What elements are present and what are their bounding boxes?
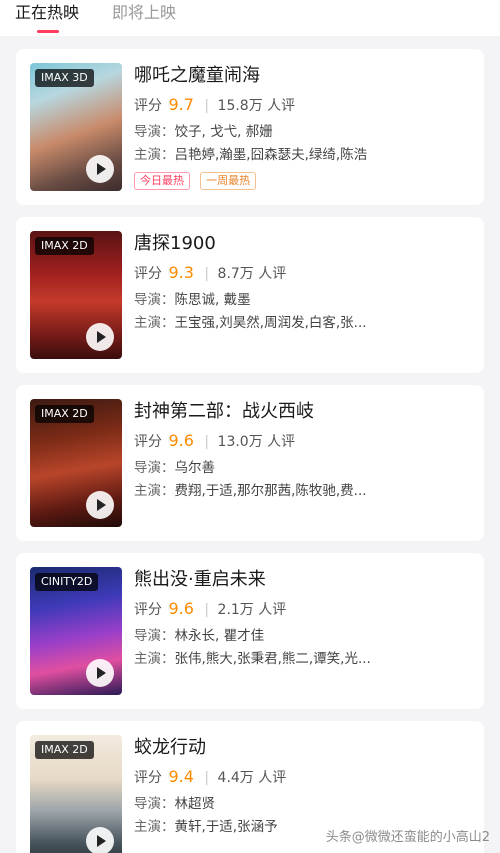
director-label: 导演：	[134, 460, 175, 476]
movie-title[interactable]: 唐探1900	[134, 233, 216, 255]
score-label: 评分	[134, 434, 162, 450]
director-line: 导演：林超贤	[134, 794, 474, 814]
cast-names: 费翔,于适,那尔那茜,陈牧驰,费...	[174, 483, 367, 499]
cast-label: 主演：	[134, 819, 175, 835]
review-count: 2.1万 人评	[217, 602, 287, 618]
movie-poster[interactable]: IMAX 2D	[30, 231, 122, 359]
director-label: 导演：	[134, 292, 175, 308]
format-badge: IMAX 3D	[35, 69, 94, 87]
score-label: 评分	[134, 770, 162, 786]
format-badge: IMAX 2D	[35, 237, 94, 255]
score-value: 9.7	[168, 95, 194, 114]
cast-names: 黄轩,于适,张涵予	[174, 819, 278, 835]
score-value: 9.6	[168, 431, 194, 450]
play-icon[interactable]	[86, 155, 114, 183]
director-names: 林永长, 瞿才佳	[174, 628, 265, 644]
movie-rating: 评分 9.6 | 2.1万 人评	[134, 599, 287, 618]
director-names: 陈思诚, 戴墨	[174, 292, 251, 308]
active-tab-indicator	[37, 30, 59, 33]
director-names: 林超贤	[174, 796, 216, 812]
review-count: 4.4万 人评	[217, 770, 287, 786]
cast-label: 主演：	[134, 651, 175, 667]
movie-card[interactable]: IMAX 2D 唐探1900 评分 9.3 | 8.7万 人评 导演：陈思诚, …	[16, 217, 484, 373]
cast-names: 张伟,熊大,张秉君,熊二,谭笑,光...	[174, 651, 371, 667]
score-label: 评分	[134, 98, 162, 114]
tag-week-hot: 一周最热	[200, 172, 257, 190]
play-icon[interactable]	[86, 659, 114, 687]
format-badge: IMAX 2D	[35, 741, 94, 759]
movie-title[interactable]: 蛟龙行动	[134, 737, 206, 759]
score-label: 评分	[134, 266, 162, 282]
movie-rating: 评分 9.3 | 8.7万 人评	[134, 263, 287, 282]
format-badge: IMAX 2D	[35, 405, 94, 423]
movie-poster[interactable]: IMAX 2D	[30, 735, 122, 853]
movie-rating: 评分 9.7 | 15.8万 人评	[134, 95, 296, 114]
tab-coming-soon[interactable]: 即将上映	[112, 2, 176, 24]
director-names: 乌尔善	[174, 460, 216, 476]
movie-card[interactable]: IMAX 3D 哪吒之魔童闹海 评分 9.7 | 15.8万 人评 导演：饺子,…	[16, 49, 484, 205]
play-icon[interactable]	[86, 323, 114, 351]
movie-title[interactable]: 封神第二部：战火西岐	[134, 401, 314, 423]
cast-label: 主演：	[134, 315, 175, 331]
director-line: 导演：乌尔善	[134, 458, 474, 478]
movie-card[interactable]: CINITY2D 熊出没·重启未来 评分 9.6 | 2.1万 人评 导演：林永…	[16, 553, 484, 709]
director-line: 导演：陈思诚, 戴墨	[134, 290, 474, 310]
tab-now-showing[interactable]: 正在热映	[15, 2, 79, 24]
movie-rating: 评分 9.4 | 4.4万 人评	[134, 767, 287, 786]
cast-line: 主演：费翔,于适,那尔那茜,陈牧驰,费...	[134, 481, 474, 501]
review-count: 15.8万 人评	[217, 98, 296, 114]
score-value: 9.4	[168, 767, 194, 786]
movie-poster[interactable]: IMAX 3D	[30, 63, 122, 191]
movie-poster[interactable]: IMAX 2D	[30, 399, 122, 527]
director-label: 导演：	[134, 628, 175, 644]
director-names: 饺子, 戈弋, 郝姗	[174, 124, 273, 140]
watermark: 头条@微微还蛮能的小高山2	[325, 830, 490, 845]
movie-rating: 评分 9.6 | 13.0万 人评	[134, 431, 296, 450]
top-tab-bar: 正在热映 即将上映	[0, 0, 500, 36]
format-badge: CINITY2D	[35, 573, 99, 591]
cast-names: 王宝强,刘昊然,周润发,白客,张...	[174, 315, 367, 331]
director-label: 导演：	[134, 124, 175, 140]
score-value: 9.6	[168, 599, 194, 618]
cast-label: 主演：	[134, 147, 175, 163]
director-label: 导演：	[134, 796, 175, 812]
cast-label: 主演：	[134, 483, 175, 499]
tag-today-hot: 今日最热	[134, 172, 190, 190]
movie-title[interactable]: 哪吒之魔童闹海	[134, 65, 260, 87]
director-line: 导演：林永长, 瞿才佳	[134, 626, 474, 646]
cast-line: 主演：张伟,熊大,张秉君,熊二,谭笑,光...	[134, 649, 474, 669]
cast-line: 主演：王宝强,刘昊然,周润发,白客,张...	[134, 313, 474, 333]
cast-names: 吕艳婷,瀚墨,囧森瑟夫,绿绮,陈浩	[174, 147, 368, 163]
cast-line: 主演：吕艳婷,瀚墨,囧森瑟夫,绿绮,陈浩	[134, 145, 474, 165]
movie-title[interactable]: 熊出没·重启未来	[134, 569, 266, 591]
director-line: 导演：饺子, 戈弋, 郝姗	[134, 122, 474, 142]
movie-poster[interactable]: CINITY2D	[30, 567, 122, 695]
tag-list: 今日最热 一周最热	[134, 169, 261, 190]
score-label: 评分	[134, 602, 162, 618]
movie-card[interactable]: IMAX 2D 封神第二部：战火西岐 评分 9.6 | 13.0万 人评 导演：…	[16, 385, 484, 541]
review-count: 8.7万 人评	[217, 266, 287, 282]
review-count: 13.0万 人评	[217, 434, 296, 450]
score-value: 9.3	[168, 263, 194, 282]
play-icon[interactable]	[86, 491, 114, 519]
play-icon[interactable]	[86, 827, 114, 853]
